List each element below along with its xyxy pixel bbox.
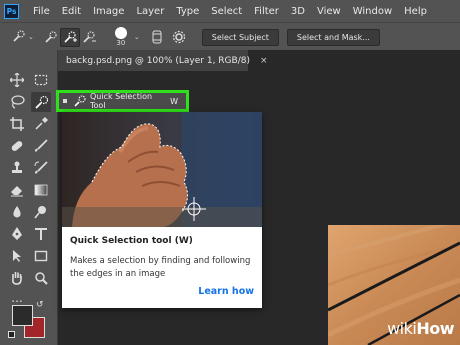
- move-icon: [10, 73, 24, 87]
- watermark-how: How: [416, 319, 454, 338]
- select-subject-button[interactable]: Select Subject: [201, 28, 279, 46]
- gradient-tool[interactable]: [31, 180, 51, 200]
- path-selection-tool[interactable]: [7, 246, 27, 266]
- brush-size-value: 30: [116, 39, 126, 47]
- move-tool[interactable]: [7, 70, 27, 90]
- blur-tool[interactable]: [7, 202, 27, 222]
- brush-angle-icon: [152, 30, 162, 44]
- hand-on-keyboard-image: [62, 112, 262, 227]
- document-tab[interactable]: backg.psd.png @ 100% (Layer 1, RGB/8) ×: [58, 50, 268, 71]
- crop-tool[interactable]: [7, 114, 27, 134]
- brush-icon: [35, 139, 48, 152]
- hand-icon: [12, 272, 22, 285]
- angle-button[interactable]: [148, 29, 166, 46]
- healing-brush-tool[interactable]: [7, 136, 27, 156]
- history-brush-icon: [34, 161, 48, 174]
- brush-new-icon: [45, 31, 57, 43]
- menu-select[interactable]: Select: [205, 6, 248, 17]
- watermark-wiki: wiki: [387, 319, 417, 338]
- menu-filter[interactable]: Filter: [248, 6, 285, 17]
- hand-tool[interactable]: [7, 268, 27, 288]
- lasso-icon: [11, 95, 25, 109]
- tooltip-description: Makes a selection by finding and followi…: [70, 256, 251, 279]
- add-to-selection-button[interactable]: [59, 27, 80, 47]
- menu-type[interactable]: Type: [170, 6, 205, 17]
- quick-selection-icon: [34, 95, 48, 109]
- tool-preset-picker[interactable]: [10, 29, 28, 46]
- gradient-icon: [34, 184, 48, 196]
- menu-view[interactable]: View: [311, 6, 347, 17]
- quick-selection-tool[interactable]: [31, 92, 51, 112]
- brush-preview-icon: [114, 27, 127, 39]
- clone-stamp-tool[interactable]: [7, 158, 27, 178]
- eyedropper-icon: [35, 117, 48, 130]
- menu-window[interactable]: Window: [347, 6, 398, 17]
- rectangle-tool[interactable]: [31, 246, 51, 266]
- tool-name-tooltip: Quick Selection Tool W: [56, 90, 189, 112]
- magnifier-icon: [35, 272, 48, 285]
- quick-selection-preset-icon: [13, 30, 25, 42]
- swap-colors-icon[interactable]: ↺: [36, 300, 44, 310]
- menu-edit[interactable]: Edit: [56, 6, 87, 17]
- tools-panel: ... ↺: [0, 50, 58, 345]
- arrow-icon: [13, 250, 21, 262]
- eraser-tool[interactable]: [7, 180, 27, 200]
- tooltip-shortcut: W: [170, 96, 179, 106]
- menu-file[interactable]: File: [27, 6, 56, 17]
- menu-bar: Ps File Edit Image Layer Type Select Fil…: [0, 0, 460, 22]
- quick-selection-icon: [74, 95, 86, 107]
- brush-size-picker[interactable]: 30: [110, 27, 132, 47]
- chevron-down-icon[interactable]: ⌄: [28, 33, 34, 41]
- lasso-tool[interactable]: [7, 92, 27, 112]
- pen-icon: [12, 227, 22, 240]
- dodge-icon: [34, 206, 46, 219]
- history-brush-tool[interactable]: [31, 158, 51, 178]
- menu-help[interactable]: Help: [398, 6, 433, 17]
- bandage-icon: [11, 141, 23, 151]
- brush-tool[interactable]: [31, 136, 51, 156]
- tooltip-demo-image: [62, 112, 262, 227]
- new-selection-button[interactable]: [42, 29, 60, 46]
- sample-all-layers-button[interactable]: [170, 29, 188, 46]
- marquee-icon: [34, 74, 48, 86]
- document-tab-title: backg.psd.png @ 100% (Layer 1, RGB/8): [66, 55, 250, 66]
- pen-tool[interactable]: [7, 224, 27, 244]
- tooltip-tool-name: Quick Selection Tool: [90, 92, 153, 110]
- wikihow-watermark: wikiHow: [387, 319, 454, 338]
- gear-icon: [172, 30, 185, 44]
- menu-image[interactable]: Image: [87, 6, 130, 17]
- eraser-icon: [11, 186, 23, 197]
- select-and-mask-button[interactable]: Select and Mask...: [286, 28, 380, 46]
- tooltip-bullet-icon: [63, 99, 67, 103]
- eyedropper-tool[interactable]: [31, 114, 51, 134]
- type-icon: [35, 228, 47, 240]
- foreground-color-swatch-front[interactable]: [12, 305, 33, 326]
- menu-layer[interactable]: Layer: [130, 6, 170, 17]
- options-bar: ⌄ 30 ⌄ Select Subject Select and Mask...: [0, 22, 460, 51]
- dodge-tool[interactable]: [31, 202, 51, 222]
- close-icon[interactable]: ×: [260, 56, 268, 66]
- brush-subtract-icon: [83, 31, 96, 43]
- brush-add-icon: [64, 31, 77, 43]
- subtract-from-selection-button[interactable]: [80, 29, 98, 46]
- menu-3d[interactable]: 3D: [285, 6, 311, 17]
- type-tool[interactable]: [31, 224, 51, 244]
- tooltip-title: Quick Selection tool (W): [70, 236, 193, 246]
- chevron-down-icon[interactable]: ⌄: [134, 33, 140, 41]
- default-colors-icon[interactable]: [8, 331, 15, 338]
- rich-tooltip: Quick Selection tool (W) Makes a selecti…: [62, 112, 262, 308]
- marquee-tool[interactable]: [31, 70, 51, 90]
- drop-icon: [13, 206, 21, 218]
- zoom-tool[interactable]: [31, 268, 51, 288]
- photoshop-logo[interactable]: Ps: [4, 3, 19, 19]
- learn-how-link[interactable]: Learn how: [198, 286, 254, 297]
- stamp-icon: [12, 161, 22, 173]
- rectangle-icon: [34, 250, 48, 262]
- crop-icon: [10, 117, 24, 131]
